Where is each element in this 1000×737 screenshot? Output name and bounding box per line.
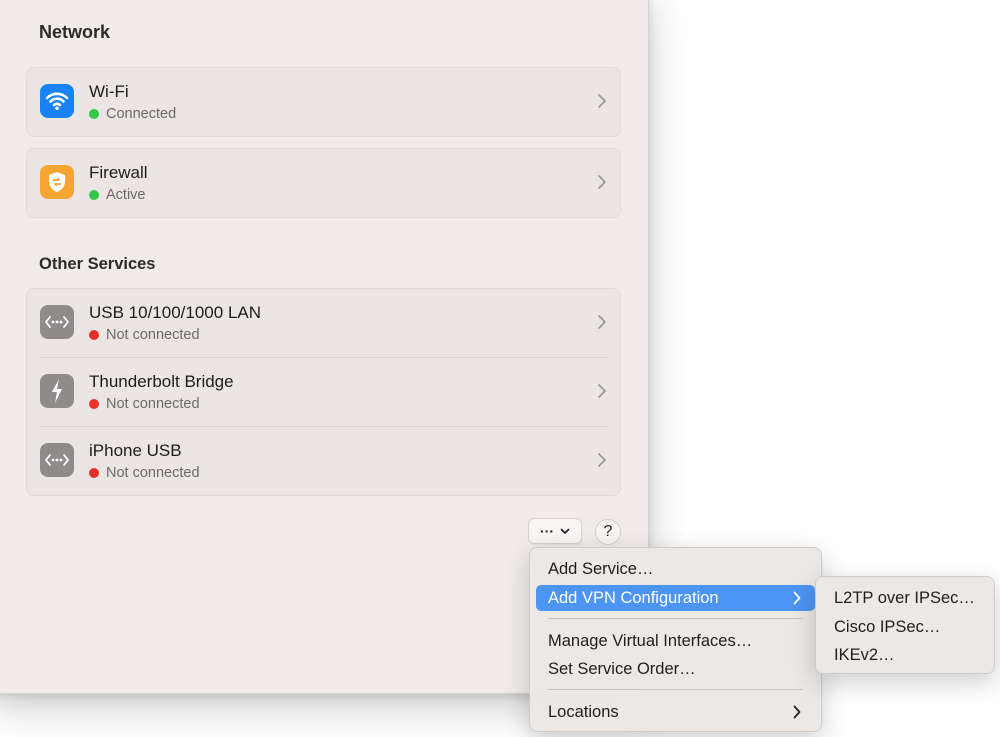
menu-item-add-vpn-configuration[interactable]: Add VPN Configuration xyxy=(536,585,815,611)
chevron-right-icon xyxy=(598,315,606,329)
chevron-right-icon xyxy=(598,175,606,189)
service-row-wifi[interactable]: Wi-Fi Connected xyxy=(27,68,620,136)
menu-separator xyxy=(548,618,803,619)
service-status: Not connected xyxy=(89,396,200,412)
help-button[interactable]: ? xyxy=(595,519,621,545)
menu-item-set-service-order[interactable]: Set Service Order… xyxy=(536,656,815,682)
service-name: USB 10/100/1000 LAN xyxy=(89,303,262,322)
service-status-text: Not connected xyxy=(106,327,200,343)
service-status-text: Not connected xyxy=(106,465,200,481)
menu-item-add-service[interactable]: Add Service… xyxy=(536,556,815,582)
menu-item-cisco-ipsec[interactable]: Cisco IPSec… xyxy=(822,614,988,640)
ethernet-icon xyxy=(40,443,74,477)
service-status: Active xyxy=(89,187,146,203)
shield-icon xyxy=(40,165,74,199)
status-dot-red xyxy=(89,468,99,478)
vpn-submenu: L2TP over IPSec… Cisco IPSec… IKEv2… xyxy=(815,576,995,674)
service-status-text: Not connected xyxy=(106,396,200,412)
status-dot-green xyxy=(89,109,99,119)
action-menu: Add Service… Add VPN Configuration Manag… xyxy=(529,547,822,732)
ethernet-icon xyxy=(40,305,74,339)
service-row-usb-lan[interactable]: USB 10/100/1000 LAN Not connected xyxy=(27,289,620,357)
chevron-right-icon xyxy=(598,453,606,467)
thunderbolt-icon xyxy=(40,374,74,408)
chevron-right-icon xyxy=(793,705,801,719)
service-status-text: Connected xyxy=(106,106,177,122)
other-services-group: USB 10/100/1000 LAN Not connected Thunde… xyxy=(26,288,621,496)
chevron-right-icon xyxy=(793,591,801,605)
menu-item-manage-virtual-interfaces[interactable]: Manage Virtual Interfaces… xyxy=(536,628,815,654)
service-row-iphone-usb[interactable]: iPhone USB Not connected xyxy=(27,427,620,495)
more-icon: ··· xyxy=(540,523,554,539)
service-status-text: Active xyxy=(106,187,146,203)
page-title: Network xyxy=(39,22,111,42)
more-actions-button[interactable]: ··· xyxy=(528,518,582,544)
chevron-down-icon xyxy=(560,528,570,534)
network-group: Wi-Fi Connected xyxy=(26,67,621,137)
service-name: Thunderbolt Bridge xyxy=(89,372,234,391)
menu-item-label: Locations xyxy=(548,702,619,721)
service-row-thunderbolt-bridge[interactable]: Thunderbolt Bridge Not connected xyxy=(27,358,620,426)
menu-separator xyxy=(548,689,803,690)
status-dot-green xyxy=(89,190,99,200)
menu-item-l2tp-over-ipsec[interactable]: L2TP over IPSec… xyxy=(822,585,988,611)
service-name: Firewall xyxy=(89,163,148,182)
status-dot-red xyxy=(89,399,99,409)
service-status: Connected xyxy=(89,106,176,122)
service-row-firewall[interactable]: Firewall Active xyxy=(27,149,620,217)
menu-item-label: Add VPN Configuration xyxy=(548,588,719,607)
firewall-group: Firewall Active xyxy=(26,148,621,218)
section-title-other-services: Other Services xyxy=(39,255,156,273)
service-name: iPhone USB xyxy=(89,441,182,460)
menu-item-ikev2[interactable]: IKEv2… xyxy=(822,642,988,668)
service-status: Not connected xyxy=(89,327,200,343)
chevron-right-icon xyxy=(598,384,606,398)
chevron-right-icon xyxy=(598,94,606,108)
service-name: Wi-Fi xyxy=(89,82,129,101)
status-dot-red xyxy=(89,330,99,340)
wifi-icon xyxy=(40,84,74,118)
menu-item-locations[interactable]: Locations xyxy=(536,699,815,725)
service-status: Not connected xyxy=(89,465,200,481)
